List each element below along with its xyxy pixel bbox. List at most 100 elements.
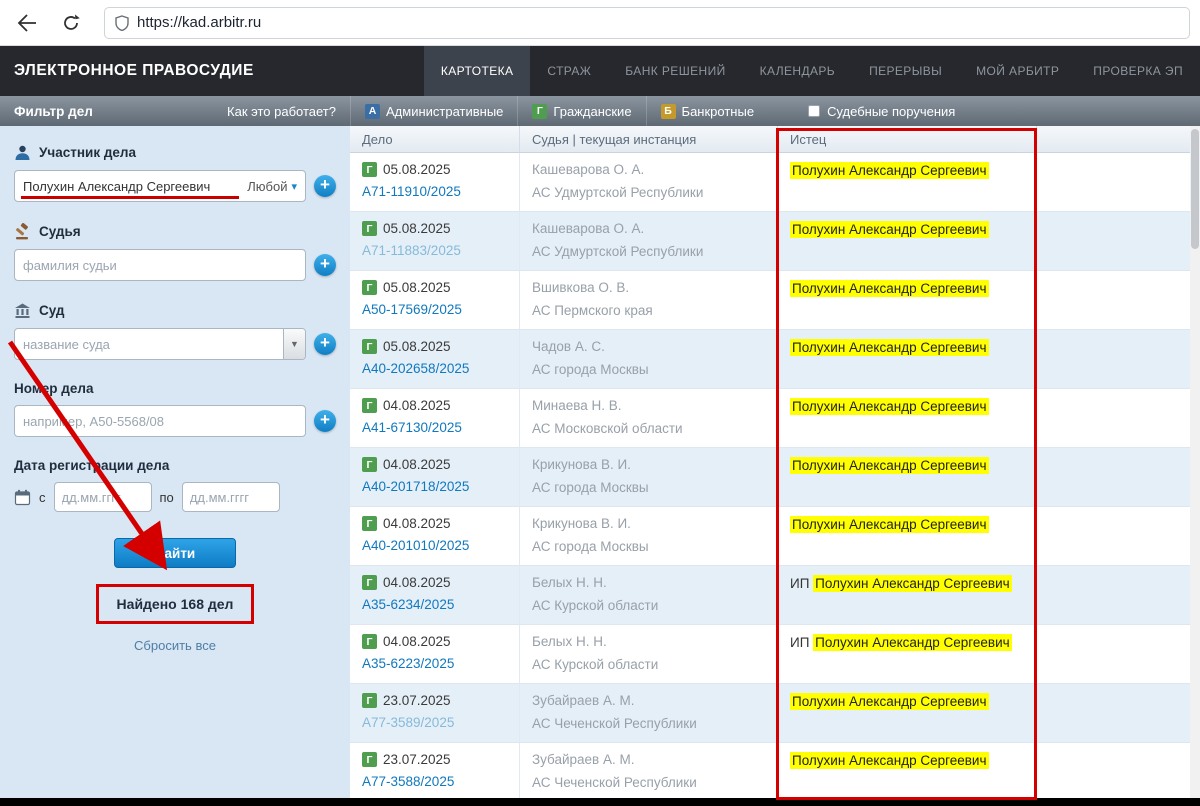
table-header: Дело Судья | текущая инстанция Истец	[350, 126, 1190, 153]
add-participant-button[interactable]: +	[314, 175, 336, 197]
checkbox-icon[interactable]	[808, 105, 821, 117]
case-number-link[interactable]: А35-6223/2025	[362, 656, 454, 671]
civil-case-icon: Г	[362, 457, 377, 472]
tab-bankruptcy-cases[interactable]: Б Банкротные	[645, 96, 769, 126]
respondent-cell	[1037, 212, 1190, 270]
court-placeholder: название суда	[23, 336, 110, 352]
nav-item-pereryvy[interactable]: ПЕРЕРЫВЫ	[852, 46, 959, 96]
civil-case-icon: Г	[362, 634, 377, 649]
civil-badge-icon: Г	[532, 103, 548, 119]
judge-cell: Зубайраев А. М. АС Чеченской Республики	[520, 684, 778, 742]
case-cell: Г 05.08.2025 А50-17569/2025	[350, 271, 520, 329]
add-judge-button[interactable]: +	[314, 254, 336, 276]
filter-panel-title: Фильтр дел	[14, 103, 93, 119]
case-date: 05.08.2025	[383, 280, 451, 295]
case-date: 05.08.2025	[383, 339, 451, 354]
participant-input[interactable]: Полухин Александр Сергеевич Любой ▾	[14, 170, 306, 202]
back-button[interactable]	[10, 6, 44, 40]
court-select[interactable]: название суда ▼	[14, 328, 306, 360]
judge-name: Кашеварова О. А.	[532, 162, 645, 177]
plaintiff-cell: Полухин Александр Сергеевич	[778, 389, 1037, 447]
nav-item-kalendar[interactable]: КАЛЕНДАРЬ	[743, 46, 852, 96]
app-header: ЭЛЕКТРОННОЕ ПРАВОСУДИЕ КАРТОТЕКА СТРАЖ Б…	[0, 46, 1200, 96]
court-name: АС Чеченской Республики	[532, 716, 697, 731]
judge-cell: Кашеварова О. А. АС Удмуртской Республик…	[520, 212, 778, 270]
case-date: 23.07.2025	[383, 752, 451, 767]
nav-item-strazh[interactable]: СТРАЖ	[530, 46, 608, 96]
civil-case-icon: Г	[362, 693, 377, 708]
case-number-link[interactable]: А71-11910/2025	[362, 184, 461, 199]
main-nav: КАРТОТЕКА СТРАЖ БАНК РЕШЕНИЙ КАЛЕНДАРЬ П…	[423, 46, 1200, 96]
respondent-cell	[1037, 566, 1190, 624]
add-court-button[interactable]: +	[314, 333, 336, 355]
court-name: АС Удмуртской Республики	[532, 185, 704, 200]
judge-gavel-icon	[16, 223, 28, 240]
judge-cell: Чадов А. С. АС города Москвы	[520, 330, 778, 388]
nav-item-moy-arbitr[interactable]: МОЙ АРБИТР	[959, 46, 1076, 96]
court-building-icon	[15, 303, 30, 318]
table-row: Г 05.08.2025 А71-11883/2025 Кашеварова О…	[350, 212, 1190, 271]
respondent-cell	[1037, 625, 1190, 683]
nav-item-proverka-ep[interactable]: ПРОВЕРКА ЭП	[1076, 46, 1200, 96]
table-row: Г 23.07.2025 А77-3589/2025 Зубайраев А. …	[350, 684, 1190, 743]
case-number-link[interactable]: А77-3588/2025	[362, 774, 454, 789]
civil-case-icon: Г	[362, 280, 377, 295]
case-type-tabs: А Административные Г Гражданские Б Банкр…	[350, 96, 955, 126]
participant-icon	[15, 145, 30, 160]
table-row: Г 04.08.2025 А41-67130/2025 Минаева Н. В…	[350, 389, 1190, 448]
vertical-scrollbar[interactable]	[1190, 126, 1200, 798]
annotation-underline	[21, 196, 239, 199]
case-number-section-label: Номер дела	[14, 381, 94, 396]
tab-civil-cases[interactable]: Г Гражданские	[517, 96, 645, 126]
civil-case-icon: Г	[362, 516, 377, 531]
reset-all-link[interactable]: Сбросить все	[14, 638, 336, 653]
subheader: Фильтр дел Как это работает? А Администр…	[0, 96, 1200, 126]
how-it-works-link[interactable]: Как это работает?	[227, 104, 336, 119]
case-number-link[interactable]: А40-201718/2025	[362, 479, 469, 494]
case-cell: Г 05.08.2025 А71-11883/2025	[350, 212, 520, 270]
nav-item-bank-resheniy[interactable]: БАНК РЕШЕНИЙ	[608, 46, 742, 96]
case-date: 05.08.2025	[383, 221, 451, 236]
address-bar[interactable]: https://kad.arbitr.ru	[104, 6, 1190, 39]
site-logo[interactable]: ЭЛЕКТРОННОЕ ПРАВОСУДИЕ	[14, 62, 254, 80]
case-cell: Г 04.08.2025 А40-201718/2025	[350, 448, 520, 506]
case-number-link[interactable]: А41-67130/2025	[362, 420, 462, 435]
case-table-body: Г 05.08.2025 А71-11910/2025 Кашеварова О…	[350, 153, 1190, 798]
respondent-cell	[1037, 507, 1190, 565]
scrollbar-thumb[interactable]	[1191, 129, 1199, 249]
plaintiff-prefix: ИП	[790, 635, 814, 650]
case-number-link[interactable]: А77-3589/2025	[362, 715, 454, 730]
participant-role-dropdown[interactable]: Любой ▾	[239, 179, 305, 194]
case-number-link[interactable]: А40-202658/2025	[362, 361, 469, 376]
url-text: https://kad.arbitr.ru	[137, 14, 262, 31]
case-number-input[interactable]	[14, 405, 306, 437]
case-number-link[interactable]: А71-11883/2025	[362, 243, 461, 258]
respondent-cell	[1037, 743, 1190, 798]
court-name: АС Курской области	[532, 598, 659, 613]
plaintiff-name-highlighted: Полухин Александр Сергеевич	[790, 693, 989, 710]
search-button[interactable]: Найти	[114, 538, 236, 568]
civil-case-icon: Г	[362, 162, 377, 177]
court-dropdown-button[interactable]: ▼	[283, 329, 305, 359]
court-orders-checkbox[interactable]: Судебные поручения	[808, 104, 955, 119]
case-number-link[interactable]: А40-201010/2025	[362, 538, 469, 553]
date-to-input[interactable]	[181, 482, 280, 512]
plaintiff-name-highlighted: Полухин Александр Сергеевич	[790, 280, 989, 297]
nav-item-kartoteka[interactable]: КАРТОТЕКА	[423, 46, 531, 96]
date-from-input[interactable]	[53, 482, 152, 512]
plaintiff-name-highlighted: Полухин Александр Сергеевич	[790, 752, 989, 769]
case-number-link[interactable]: А35-6234/2025	[362, 597, 454, 612]
add-case-number-button[interactable]: +	[314, 410, 336, 432]
site-security-icon	[115, 14, 129, 31]
refresh-button[interactable]	[54, 6, 88, 40]
plaintiff-name-highlighted: Полухин Александр Сергеевич	[813, 575, 1012, 592]
reg-date-section-label: Дата регистрации дела	[14, 458, 170, 473]
court-name: АС Удмуртской Республики	[532, 244, 704, 259]
case-number-link[interactable]: А50-17569/2025	[362, 302, 462, 317]
tab-administrative-cases[interactable]: А Административные	[350, 96, 517, 126]
case-cell: Г 04.08.2025 А35-6234/2025	[350, 566, 520, 624]
judge-input[interactable]	[14, 249, 306, 281]
plaintiff-cell: Полухин Александр Сергеевич	[778, 743, 1037, 798]
respondent-cell	[1037, 389, 1190, 447]
plaintiff-name-highlighted: Полухин Александр Сергеевич	[790, 162, 989, 179]
